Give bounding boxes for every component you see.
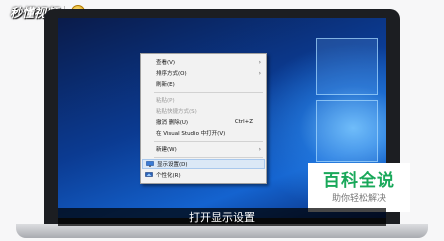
menu-item-display-settings[interactable]: 显示设置(D): [142, 159, 265, 169]
menu-divider: [154, 92, 263, 93]
menu-divider: [154, 157, 263, 158]
video-subtitle: 打开显示设置: [58, 208, 386, 226]
subtitle-text: 打开显示设置: [189, 211, 255, 224]
submenu-arrow-icon: ›: [258, 145, 261, 153]
submenu-arrow-icon: ›: [258, 58, 261, 66]
baike-title: 百科全说: [323, 170, 395, 191]
baike-subtitle: 助你轻松解决: [331, 193, 386, 204]
windows-logo-pane-bottom: [316, 100, 378, 162]
menu-item-open-in-visual-studio[interactable]: 在 Visual Studio 中打开(V): [142, 128, 265, 138]
menu-divider: [154, 141, 263, 142]
menu-item-paste-shortcut[interactable]: 粘贴快捷方式(S): [142, 106, 265, 116]
submenu-arrow-icon: ›: [258, 69, 261, 77]
personalize-icon: [145, 172, 153, 177]
menu-item-refresh[interactable]: 刷新(E): [142, 79, 265, 89]
menu-item-view[interactable]: 查看(V) ›: [142, 57, 265, 67]
menu-item-paste[interactable]: 粘贴(P): [142, 95, 265, 105]
laptop-base: [16, 224, 428, 238]
display-settings-icon: [146, 161, 154, 167]
menu-item-undo-delete[interactable]: 撤消 删除(U) Ctrl+Z: [142, 117, 265, 127]
windows-logo-pane-top: [316, 38, 378, 95]
desktop-context-menu: 查看(V) › 排序方式(O) › 刷新(E) 粘贴(P) 粘贴快捷方式(S) …: [140, 53, 267, 184]
baike-watermark: 百科全说 助你轻松解决: [308, 163, 410, 212]
menu-item-new[interactable]: 新建(W) ›: [142, 144, 265, 154]
menu-item-personalize[interactable]: 个性化(R): [142, 170, 265, 180]
shortcut-label: Ctrl+Z: [234, 119, 253, 125]
menu-item-sort-by[interactable]: 排序方式(O) ›: [142, 68, 265, 78]
